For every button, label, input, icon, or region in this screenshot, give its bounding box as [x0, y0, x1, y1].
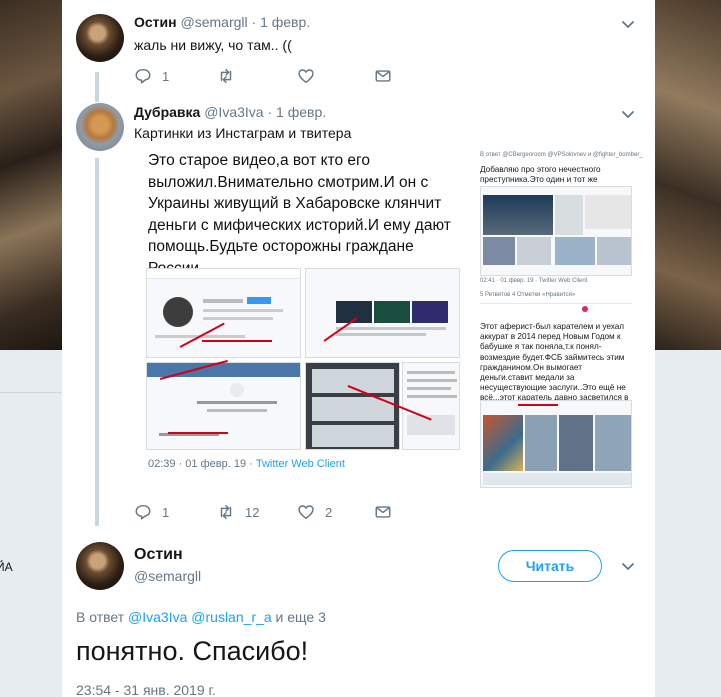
tweet-text: жаль ни вижу, чо там.. ((	[134, 37, 292, 53]
media-right-stats: 5 Ретвитов 4 Отметки «Нравится»	[480, 292, 576, 298]
message-button[interactable]	[374, 66, 392, 86]
media-right-collage-top	[480, 186, 632, 276]
background-photo-right	[655, 0, 721, 350]
annotation-line	[168, 432, 228, 434]
tweet-text: Картинки из Инстаграм и твитера	[134, 125, 352, 141]
avatar[interactable]	[76, 14, 124, 62]
author-name[interactable]: Остин	[134, 14, 177, 30]
focused-tweet-text: понятно. Спасибо!	[76, 636, 309, 666]
media-caption-time: 02:39 · 01 февр. 19 ·	[148, 458, 253, 470]
reply-button[interactable]: 1	[134, 502, 169, 522]
reply-icon	[135, 68, 151, 84]
retweet-icon	[220, 504, 232, 520]
author-handle[interactable]: @semargll	[181, 14, 248, 30]
media-right-client: 02:41 · 01 февр. 19 · Twitter Web Client	[480, 278, 588, 284]
media-right-header: В ответ @CBergenroom @VPSolovnev и @figh…	[480, 152, 643, 158]
mention-link[interactable]: @Iva3Iva	[128, 609, 187, 625]
author-name-block: Остин	[134, 546, 183, 564]
divider	[480, 303, 632, 304]
media-right-collage-bottom	[480, 400, 632, 488]
chevron-down-icon[interactable]	[618, 14, 638, 34]
tweet-time[interactable]: 1 февр.	[276, 104, 326, 120]
reply-suffix[interactable]: и еще 3	[276, 609, 326, 625]
reply-count: 1	[162, 504, 170, 520]
follow-button[interactable]: Читать	[498, 550, 602, 582]
separator-dot: ·	[267, 104, 273, 120]
reply-button[interactable]: 1	[134, 66, 169, 86]
tweet-time[interactable]: 1 февр.	[260, 14, 310, 30]
tweet-reply-ostin[interactable]: Остин @semargll · 1 февр. жаль ни вижу, …	[62, 0, 655, 95]
tweet-actions: 1 12 2	[134, 502, 404, 522]
tweet-header: Остин @semargll · 1 февр.	[134, 14, 310, 30]
author-handle[interactable]: @Iva3Iva	[204, 104, 263, 120]
like-button[interactable]	[297, 66, 315, 86]
background-cut-text: ЙА	[0, 560, 13, 574]
retweet-count: 12	[245, 504, 260, 520]
retweet-button[interactable]	[217, 66, 235, 86]
retweet-button[interactable]: 12	[217, 502, 259, 522]
tweet-actions: 1	[134, 66, 404, 86]
avatar[interactable]	[76, 103, 124, 151]
separator-dot: ·	[251, 14, 257, 30]
message-button[interactable]	[374, 502, 392, 522]
author-handle-block: @semargll	[134, 568, 201, 584]
media-post-text	[402, 362, 460, 450]
author-handle[interactable]: @semargll	[134, 568, 201, 584]
message-icon	[375, 506, 391, 518]
author-name[interactable]: Остин	[134, 546, 183, 563]
background-photo-left	[0, 0, 62, 350]
like-icon	[298, 505, 314, 520]
like-icon	[582, 306, 588, 312]
like-button[interactable]: 2	[297, 502, 332, 522]
avatar[interactable]	[76, 542, 124, 590]
chevron-down-icon[interactable]	[618, 556, 638, 576]
author-name[interactable]: Дубравка	[134, 104, 200, 120]
reply-prefix: В ответ	[76, 609, 125, 625]
media-caption: 02:39 · 01 февр. 19 · Twitter Web Client	[148, 458, 345, 470]
background-page-right	[655, 350, 721, 697]
media-caption-client: Twitter Web Client	[255, 458, 345, 470]
media-video-grid	[305, 268, 460, 358]
background-page-left	[0, 350, 62, 697]
message-icon	[375, 70, 391, 82]
annotation-line	[518, 404, 558, 406]
chevron-down-icon[interactable]	[618, 104, 638, 124]
annotation-line	[202, 340, 272, 342]
retweet-icon	[220, 68, 232, 84]
focused-tweet-timestamp[interactable]: 23:54 - 31 янв. 2019 г.	[76, 682, 216, 697]
reply-icon	[135, 504, 151, 520]
tweet-header: Дубравка @Iva3Iva · 1 февр.	[134, 104, 326, 120]
conversation-panel: Остин @semargll · 1 февр. жаль ни вижу, …	[62, 0, 655, 697]
like-count: 2	[325, 504, 333, 520]
media-text: Это старое видео,а вот кто его выложил.В…	[148, 152, 451, 277]
reply-context: В ответ @Iva3Iva @ruslan_r_a и еще 3	[76, 609, 326, 625]
mention-link[interactable]: @ruslan_r_a	[191, 609, 271, 625]
media-instagram-profile	[146, 268, 301, 358]
like-icon	[298, 69, 314, 84]
reply-count: 1	[162, 68, 170, 84]
media-bank-messages	[305, 362, 400, 450]
